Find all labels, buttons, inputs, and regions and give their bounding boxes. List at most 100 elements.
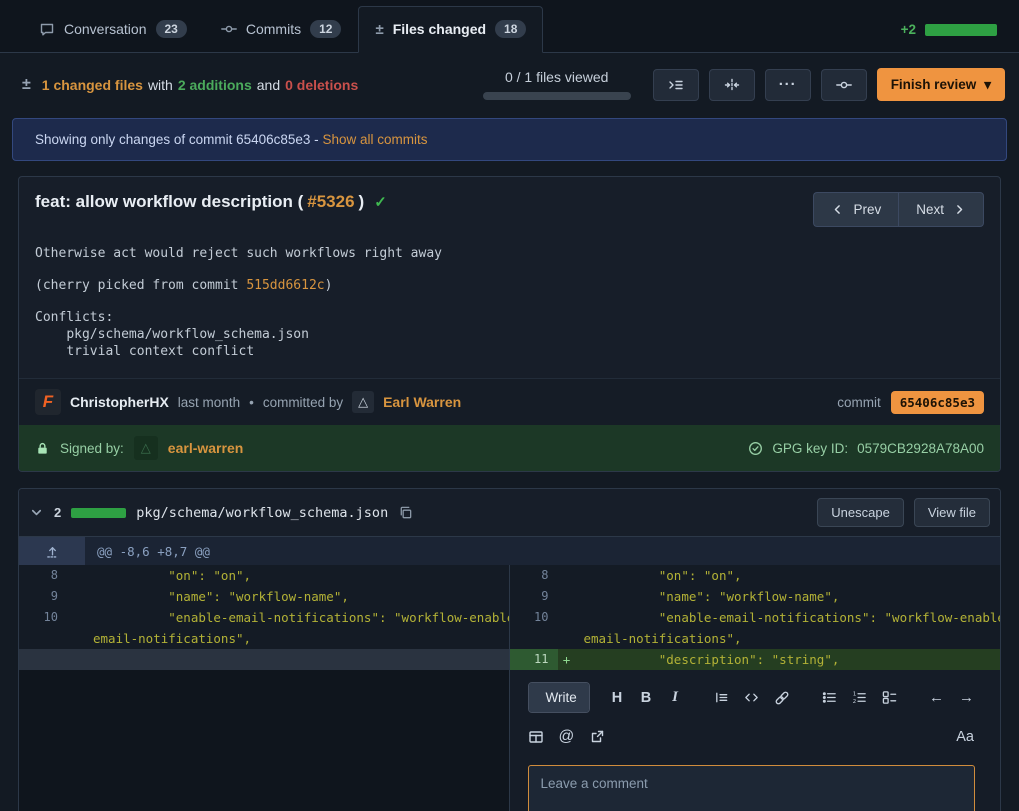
commit-title-text: )	[359, 192, 365, 212]
arrow-left-icon[interactable]: ←	[929, 689, 944, 706]
italic-icon[interactable]: I	[668, 689, 682, 706]
commit-select-button[interactable]	[821, 69, 867, 101]
commit-hash-badge[interactable]: 65406c85e3	[891, 391, 984, 414]
tab-files-changed[interactable]: ± Files changed 18	[358, 6, 543, 53]
diff-view-toggle-button[interactable]	[709, 69, 755, 101]
prev-label: Prev	[853, 202, 881, 217]
diff-line-new: 9 "name": "workflow-name",	[510, 586, 1001, 607]
diff-line-new: 10 "enable-email-notifications": "workfl…	[510, 607, 1001, 649]
line-number[interactable]: 8	[19, 565, 67, 586]
diff-old-side: 8 "on": "on", 9 "name": "workflow-name",…	[19, 565, 510, 670]
summary-text: and	[257, 77, 280, 93]
code-text: "enable-email-notifications": "workflow-…	[93, 607, 509, 628]
files-viewed-progressbar	[483, 92, 631, 100]
code-text: "name": "workflow-name",	[93, 586, 509, 607]
arrow-right-icon[interactable]: →	[959, 689, 974, 706]
conversation-icon	[39, 21, 55, 37]
inline-comment-row: Write Preview H B I	[19, 670, 1000, 811]
commit-status-check-icon[interactable]: ✓	[374, 193, 387, 211]
line-sign	[558, 586, 576, 607]
changed-files-link[interactable]: 1 changed files	[42, 77, 143, 93]
next-commit-button[interactable]: Next	[898, 192, 984, 227]
code-text: "enable-email-notifications": "workflow-…	[584, 607, 1001, 628]
line-number[interactable]: 10	[510, 607, 558, 649]
show-all-commits-link[interactable]: Show all commits	[322, 132, 427, 147]
line-number[interactable]: 8	[510, 565, 558, 586]
svg-text:1: 1	[853, 692, 856, 698]
diff-stat-bar	[925, 24, 997, 36]
caret-down-icon: ▾	[984, 77, 991, 93]
svg-text:2: 2	[853, 699, 856, 705]
pr-diff-stat: +2	[901, 22, 997, 37]
markdown-toolbar: H B I	[610, 689, 974, 706]
line-number[interactable]: 10	[19, 607, 67, 649]
comment-input[interactable]	[528, 765, 975, 811]
code-cell: "on": "on",	[576, 565, 1001, 586]
committer-avatar[interactable]: △	[352, 391, 374, 413]
tab-label: Commits	[246, 21, 301, 37]
view-file-button[interactable]: View file	[914, 498, 990, 527]
copy-path-icon[interactable]	[398, 505, 413, 520]
deletions-text: 0 deletions	[285, 77, 358, 93]
mention-icon[interactable]: @	[559, 728, 575, 746]
write-tab[interactable]: Write	[529, 683, 591, 712]
quote-icon[interactable]	[714, 690, 729, 705]
unescape-button[interactable]: Unescape	[817, 498, 904, 527]
code-cell: "enable-email-notifications": "workflow-…	[85, 607, 509, 649]
signer-name[interactable]: earl-warren	[168, 440, 243, 456]
next-label: Next	[916, 202, 944, 217]
editor-toolbar-row2: @ Aa	[528, 728, 975, 746]
code-cell: "on": "on",	[85, 565, 509, 586]
committer-name[interactable]: Earl Warren	[383, 394, 461, 410]
tabs: Conversation 23 Commits 12 ± Files chang…	[22, 0, 543, 52]
line-number[interactable]: 11	[510, 649, 558, 670]
tab-conversation[interactable]: Conversation 23	[22, 6, 204, 53]
code-icon[interactable]	[744, 690, 759, 705]
tab-commits[interactable]: Commits 12	[204, 6, 359, 53]
expand-hunk-button[interactable]	[19, 537, 85, 565]
task-list-icon[interactable]	[882, 690, 897, 705]
signer-avatar[interactable]: △	[134, 436, 158, 460]
line-number[interactable]: 9	[510, 586, 558, 607]
diff-options-button[interactable]: ···	[765, 69, 811, 101]
numbered-list-icon[interactable]: 12	[852, 690, 867, 705]
author-name[interactable]: ChristopherHX	[70, 394, 169, 410]
signed-by-label: Signed by:	[60, 441, 124, 456]
hunk-header-row: @@ -8,6 +8,7 @@	[19, 537, 1000, 565]
table-icon[interactable]	[528, 729, 544, 745]
text-style-icon[interactable]: Aa	[956, 729, 974, 745]
line-sign	[67, 607, 85, 649]
cherry-pick-commit-link[interactable]: 515dd6612c	[246, 278, 324, 293]
commit-body-line: pkg/schema/workflow_schema.json	[35, 326, 984, 343]
link-icon[interactable]	[774, 690, 790, 706]
cherry-pick-text: )	[325, 278, 333, 293]
commit-body-line: Conflicts:	[35, 309, 984, 326]
bullet-list-icon[interactable]	[822, 690, 837, 705]
commit-navigation: Prev Next	[813, 192, 984, 227]
file-path[interactable]: pkg/schema/workflow_schema.json	[136, 505, 388, 521]
write-preview-tabs: Write Preview	[528, 682, 591, 713]
commit-body-line: (cherry picked from commit 515dd6612c)	[35, 277, 984, 294]
code-cell: "name": "workflow-name",	[85, 586, 509, 607]
reference-icon[interactable]	[589, 729, 605, 745]
diff-icon: ±	[375, 21, 383, 38]
line-sign	[558, 565, 576, 586]
diff-new-side: 8 "on": "on", 9 "name": "workflow-name",…	[510, 565, 1001, 670]
author-avatar[interactable]: F	[35, 389, 61, 415]
ellipsis-icon: ···	[779, 76, 797, 93]
prev-commit-button[interactable]: Prev	[813, 192, 898, 227]
heading-icon[interactable]: H	[610, 690, 624, 706]
finish-review-button[interactable]: Finish review ▾	[877, 68, 1005, 101]
plus-sign: +	[558, 649, 576, 670]
file-tree-toggle-button[interactable]	[653, 69, 699, 101]
code-text-wrapped: email-notifications",	[93, 628, 509, 649]
line-number[interactable]: 9	[19, 586, 67, 607]
line-sign	[67, 565, 85, 586]
bold-icon[interactable]: B	[639, 690, 653, 706]
line-sign	[558, 607, 576, 649]
expand-up-icon	[45, 544, 60, 559]
commit-body-line: trivial context conflict	[35, 343, 984, 360]
issue-link[interactable]: #5326	[307, 192, 354, 212]
chevron-down-icon[interactable]	[29, 505, 44, 520]
commit-author-row: F ChristopherHX last month • committed b…	[19, 378, 1000, 425]
